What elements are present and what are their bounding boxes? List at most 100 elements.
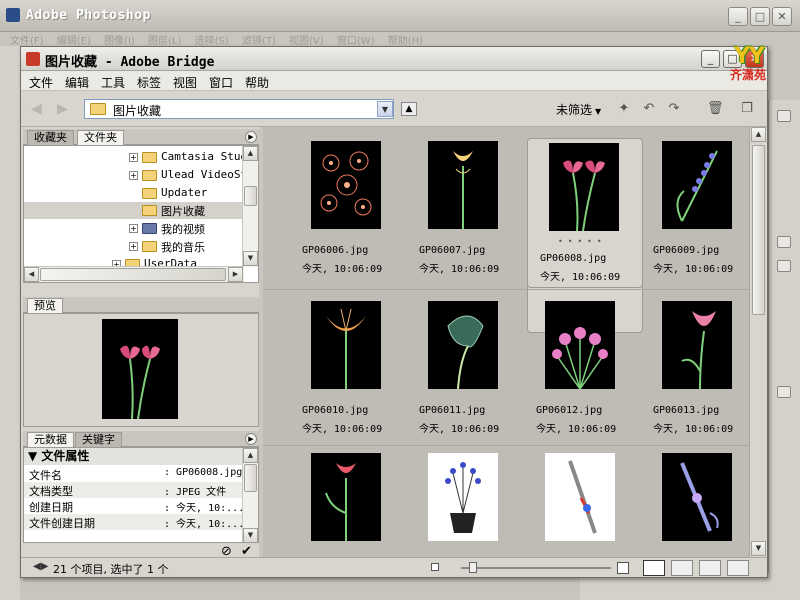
scroll-thumb[interactable] <box>244 464 257 492</box>
ps-maximize-button[interactable]: □ <box>750 7 770 26</box>
tree-vertical-scrollbar[interactable]: ▲ ▼ <box>242 146 258 267</box>
tab-favorites[interactable]: 收藏夹 <box>27 130 74 145</box>
expand-icon[interactable]: + <box>129 153 138 162</box>
scroll-thumb[interactable] <box>244 186 257 206</box>
chevron-down-icon[interactable]: ▼ <box>377 101 393 117</box>
scroll-left-icon[interactable]: ◀ <box>24 267 39 282</box>
thumbnail-image <box>311 141 381 229</box>
filter-dropdown[interactable]: 未筛选 ▼ <box>556 101 601 118</box>
scroll-up-icon[interactable]: ▲ <box>243 146 258 161</box>
tab-keywords[interactable]: 关键字 <box>75 432 122 447</box>
back-arrow-icon[interactable]: ◀ <box>31 101 47 117</box>
ps-menu-item[interactable]: 视图(V) <box>289 36 324 46</box>
menu-window[interactable]: 窗口 <box>209 74 233 91</box>
trash-icon[interactable]: 🗑 <box>707 101 724 117</box>
thumbnail-item[interactable] <box>407 445 523 559</box>
ps-menu-item[interactable]: 图层(L) <box>148 36 181 46</box>
metadata-row: 文档类型 : JPEG 文件 <box>24 482 244 498</box>
bridge-titlebar[interactable]: 图片收藏 - Adobe Bridge _ □ ✕ <box>21 47 767 71</box>
scroll-down-icon[interactable]: ▼ <box>751 541 766 556</box>
expand-icon[interactable]: + <box>129 242 138 251</box>
thumbnail-item[interactable] <box>524 445 640 559</box>
ps-menu-item[interactable]: 滤镜(T) <box>242 36 276 46</box>
palette-collapse-button[interactable] <box>777 236 791 248</box>
ps-menu-item[interactable]: 图像(I) <box>104 36 135 46</box>
expand-icon[interactable]: + <box>129 224 138 233</box>
new-folder-icon[interactable]: ✦ <box>616 101 632 117</box>
path-text: 图片收藏 <box>113 104 162 118</box>
thumbnail-item[interactable]: GP06011.jpg 今天, 10:06:09 <box>407 293 523 443</box>
tab-preview[interactable]: 预览 <box>27 298 63 313</box>
preview-pane: 预览 <box>23 297 259 427</box>
ps-menu-item[interactable]: 帮助(H) <box>388 36 423 46</box>
slider-handle[interactable] <box>469 562 477 573</box>
metadata-pane: 元数据 关键字 ▶ ▼ 文件属性 文件名 : GP06008.jpg 文档类型 … <box>23 431 259 561</box>
tree-item-selected[interactable]: 图片收藏 <box>24 202 244 219</box>
thumbnail-size-slider[interactable] <box>461 567 611 569</box>
tree-item[interactable]: + Camtasia Studio <box>24 149 258 166</box>
scroll-right-icon[interactable]: ▶ <box>228 267 243 282</box>
scroll-down-icon[interactable]: ▼ <box>243 528 258 542</box>
tab-folders[interactable]: 文件夹 <box>77 130 124 145</box>
ps-menu-item[interactable]: 选择(S) <box>195 36 229 46</box>
large-thumbnail-icon[interactable] <box>617 562 629 574</box>
forward-arrow-icon[interactable]: ▶ <box>57 101 73 117</box>
thumbnail-item[interactable]: GP06006.jpg 今天, 10:06:09 <box>290 133 406 283</box>
thumbnail-item[interactable]: GP06009.jpg 今天, 10:06:09 <box>641 133 749 283</box>
versions-view-button[interactable] <box>727 560 749 576</box>
scroll-thumb[interactable] <box>40 268 226 281</box>
tree-item[interactable]: + Ulead VideoStudio <box>24 167 258 184</box>
palette-collapse-button[interactable] <box>777 386 791 398</box>
tree-item-label: 图片收藏 <box>161 205 205 218</box>
filmstrip-view-button[interactable] <box>671 560 693 576</box>
rotate-right-icon[interactable]: ↷ <box>666 101 682 117</box>
tree-horizontal-scrollbar[interactable]: ◀ ▶ <box>24 266 244 282</box>
tree-item[interactable]: + 我的视频 <box>24 220 244 237</box>
menu-file[interactable]: 文件 <box>29 74 53 91</box>
ps-close-button[interactable]: ✕ <box>772 7 792 26</box>
rating-dots[interactable]: ••••• <box>558 237 607 246</box>
menu-edit[interactable]: 编辑 <box>65 74 89 91</box>
grid-vertical-scrollbar[interactable]: ▲ ▼ <box>749 127 767 559</box>
ps-menu-item[interactable]: 文件(F) <box>10 36 44 46</box>
thumbnail-item[interactable]: GP06012.jpg 今天, 10:06:09 <box>524 293 640 443</box>
thumbnail-item[interactable]: GP06007.jpg 今天, 10:06:09 <box>407 133 523 283</box>
ps-menu-item[interactable]: 窗口(W) <box>337 36 375 46</box>
scroll-down-icon[interactable]: ▼ <box>243 251 258 266</box>
menu-view[interactable]: 视图 <box>173 74 197 91</box>
metadata-section-header[interactable]: ▼ 文件属性 <box>24 448 244 465</box>
thumbnail-item[interactable] <box>290 445 406 559</box>
compact-mode-icon[interactable]: ❐ <box>739 101 755 117</box>
tab-metadata[interactable]: 元数据 <box>27 432 74 447</box>
scroll-up-icon[interactable]: ▲ <box>243 448 258 463</box>
menu-label[interactable]: 标签 <box>137 74 161 91</box>
bridge-app-icon <box>26 52 40 66</box>
bridge-minimize-button[interactable]: _ <box>701 50 720 68</box>
thumbnail-item[interactable]: GP06013.jpg 今天, 10:06:09 <box>641 293 749 443</box>
ps-menu-item[interactable]: 编辑(E) <box>57 36 91 46</box>
go-up-button[interactable]: ▲ <box>401 102 417 116</box>
palette-collapse-button[interactable] <box>777 110 791 122</box>
metadata-scrollbar[interactable]: ▲ ▼ <box>242 448 258 542</box>
pane-menu-icon[interactable]: ▶ <box>245 131 257 143</box>
path-dropdown[interactable]: 图片收藏 ▼ <box>84 99 394 119</box>
palette-collapse-button[interactable] <box>777 260 791 272</box>
ps-minimize-button[interactable]: _ <box>728 7 748 26</box>
thumbnail-filename: GP06009.jpg <box>653 245 720 256</box>
thumbnail-item[interactable] <box>641 445 749 559</box>
thumbnail-view-button[interactable] <box>643 560 665 576</box>
tree-item[interactable]: + 我的音乐 <box>24 238 244 255</box>
menu-help[interactable]: 帮助 <box>245 74 269 91</box>
thumbnail-item[interactable]: GP06010.jpg 今天, 10:06:09 <box>290 293 406 443</box>
pane-menu-icon[interactable]: ▶ <box>245 433 257 445</box>
rotate-left-icon[interactable]: ↶ <box>641 101 657 117</box>
panel-toggle-icon[interactable]: ◀▶ <box>33 561 48 572</box>
menu-tools[interactable]: 工具 <box>101 74 125 91</box>
tree-item[interactable]: Updater <box>24 185 244 202</box>
scroll-thumb[interactable] <box>752 145 765 315</box>
details-view-button[interactable] <box>699 560 721 576</box>
small-thumbnail-icon[interactable] <box>431 563 439 571</box>
scroll-up-icon[interactable]: ▲ <box>751 127 766 142</box>
thumbnail-item-selected[interactable]: ••••• GP06008.jpg 今天, 10:06:09 <box>527 138 643 288</box>
expand-icon[interactable]: + <box>129 171 138 180</box>
